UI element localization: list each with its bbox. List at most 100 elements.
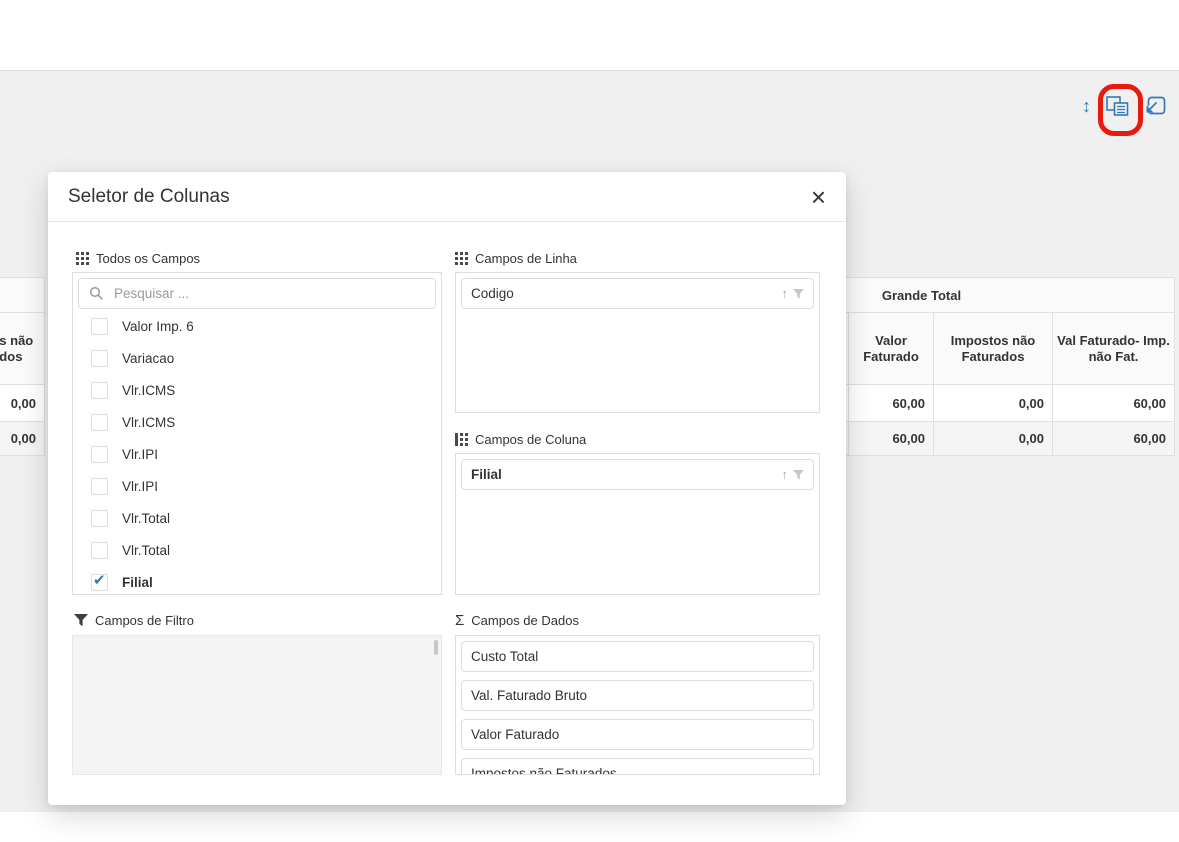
section-title: Todos os Campos (96, 251, 200, 266)
fields-tree: Valor Imp. 6 Variacao Vlr.ICMS Vlr.ICMS (73, 310, 441, 594)
field-item[interactable]: ✔ Filial (73, 566, 441, 594)
sort-ascending-icon[interactable]: ↑ (782, 287, 789, 300)
scrollbar-thumb[interactable] (434, 640, 438, 655)
search-box (78, 278, 436, 309)
search-input[interactable] (78, 278, 436, 309)
field-filter-icon[interactable] (793, 470, 804, 480)
chip-label: Custo Total (471, 649, 538, 664)
pivot-total-cell: 60,00 (1052, 422, 1175, 455)
dialog-header: Seletor de Colunas × (48, 172, 846, 222)
column-chooser-button[interactable] (1104, 94, 1131, 118)
chip-label: Codigo (471, 286, 514, 301)
pivot-cell: 0,00 (933, 385, 1052, 421)
field-label: Vlr.ICMS (122, 383, 175, 398)
expand-field-panel-icon: ↕ (1082, 97, 1091, 115)
data-field-chip[interactable]: Valor Faturado (461, 719, 814, 750)
column-header-label: Val Faturado- Imp. não Fat. (1057, 333, 1170, 365)
field-label: Vlr.Total (122, 511, 170, 526)
field-label: Filial (122, 575, 153, 590)
pivot-cell: 60,00 (1052, 385, 1175, 421)
checkbox[interactable] (91, 478, 108, 495)
pivot-column-header: Impostos não Faturados (0, 313, 45, 385)
chip-label: Impostos não Faturados (471, 766, 617, 775)
dialog-body: Todos os Campos Campos de Linha (48, 222, 846, 805)
field-label: Variacao (122, 351, 174, 366)
data-field-chip[interactable]: Custo Total (461, 641, 814, 672)
section-title: Campos de Linha (475, 251, 577, 266)
row-fields-area: Codigo ↑ (455, 272, 820, 413)
section-title: Campos de Coluna (475, 432, 586, 447)
row-fields-icon (455, 252, 468, 265)
checkmark-icon: ✔ (93, 573, 106, 588)
expand-field-panel-button[interactable]: ↕ (1082, 97, 1091, 115)
checkbox[interactable] (91, 382, 108, 399)
checkbox[interactable] (91, 318, 108, 335)
pivot-column-header: Valor Faturado (848, 313, 933, 384)
pivot-total-cell: 60,00 (848, 422, 933, 455)
filter-icon (74, 614, 88, 627)
export-button[interactable] (1144, 95, 1167, 117)
pivot-cell: 60,00 (848, 385, 933, 421)
page: Impostos não Faturados 0,00 0,00 Grande … (0, 0, 1179, 842)
column-fields-section-header: Campos de Coluna (455, 431, 586, 447)
dialog-title: Seletor de Colunas (68, 186, 230, 208)
sigma-icon: Σ (455, 613, 464, 628)
section-title: Campos de Filtro (95, 613, 194, 628)
export-icon (1144, 95, 1167, 117)
pivot-group-header-cell (0, 277, 45, 313)
chip-label: Valor Faturado (471, 727, 559, 742)
column-fields-icon (455, 433, 468, 446)
pivot-grid-left-fragment: Impostos não Faturados 0,00 0,00 (0, 277, 45, 456)
field-label: Valor Imp. 6 (122, 319, 194, 334)
data-fields-area: Custo Total Val. Faturado Bruto Valor Fa… (455, 635, 820, 775)
sort-ascending-icon[interactable]: ↑ (782, 468, 789, 481)
field-item[interactable]: Vlr.ICMS (73, 406, 441, 438)
pivot-total-cell: 0,00 (933, 422, 1052, 455)
column-header-label: Impostos não Faturados (938, 333, 1048, 365)
field-item[interactable]: Variacao (73, 342, 441, 374)
chip-icons: ↑ (782, 468, 805, 481)
chip-icons: ↑ (782, 287, 805, 300)
pivot-toolbar: ↕ (1082, 94, 1167, 118)
all-fields-list: Valor Imp. 6 Variacao Vlr.ICMS Vlr.ICMS (72, 272, 442, 595)
field-item[interactable]: Valor Imp. 6 (73, 310, 441, 342)
all-fields-section-header: Todos os Campos (76, 250, 200, 266)
column-field-chip[interactable]: Filial ↑ (461, 459, 814, 490)
all-fields-icon (76, 252, 89, 265)
checkbox[interactable] (91, 542, 108, 559)
filter-fields-area[interactable] (72, 635, 442, 775)
data-field-chip[interactable]: Impostos não Faturados (461, 758, 814, 775)
pivot-cell: 0,00 (0, 385, 45, 422)
pivot-column-header: Impostos não Faturados (933, 313, 1052, 384)
column-chooser-icon (1104, 94, 1131, 118)
field-label: Vlr.Total (122, 543, 170, 558)
column-fields-area: Filial ↑ (455, 453, 820, 595)
row-fields-section-header: Campos de Linha (455, 250, 577, 266)
field-label: Vlr.IPI (122, 479, 158, 494)
field-item[interactable]: Vlr.Total (73, 502, 441, 534)
filter-fields-section-header: Campos de Filtro (74, 612, 194, 628)
section-title: Campos de Dados (471, 613, 579, 628)
field-item[interactable]: Vlr.ICMS (73, 374, 441, 406)
search-icon (89, 286, 104, 301)
chip-label: Val. Faturado Bruto (471, 688, 587, 703)
field-filter-icon[interactable] (793, 289, 804, 299)
field-item[interactable]: Vlr.IPI (73, 470, 441, 502)
close-icon[interactable]: × (811, 184, 826, 210)
field-item[interactable]: Vlr.IPI (73, 438, 441, 470)
checkbox[interactable] (91, 446, 108, 463)
field-label: Vlr.ICMS (122, 415, 175, 430)
data-field-chip[interactable]: Val. Faturado Bruto (461, 680, 814, 711)
checkbox[interactable] (91, 350, 108, 367)
pivot-column-header: Val Faturado- Imp. não Fat. (1052, 313, 1175, 384)
checkbox[interactable] (91, 510, 108, 527)
grand-total-label: Grande Total (882, 288, 961, 303)
column-chooser-dialog: Seletor de Colunas × Todos os Campos (48, 172, 846, 805)
field-label: Vlr.IPI (122, 447, 158, 462)
field-item[interactable]: Vlr.Total (73, 534, 441, 566)
data-fields-section-header: Σ Campos de Dados (455, 612, 579, 628)
checkbox[interactable] (91, 414, 108, 431)
row-field-chip[interactable]: Codigo ↑ (461, 278, 814, 309)
checkbox-checked[interactable]: ✔ (91, 574, 108, 591)
pivot-total-cell: 0,00 (0, 422, 45, 456)
